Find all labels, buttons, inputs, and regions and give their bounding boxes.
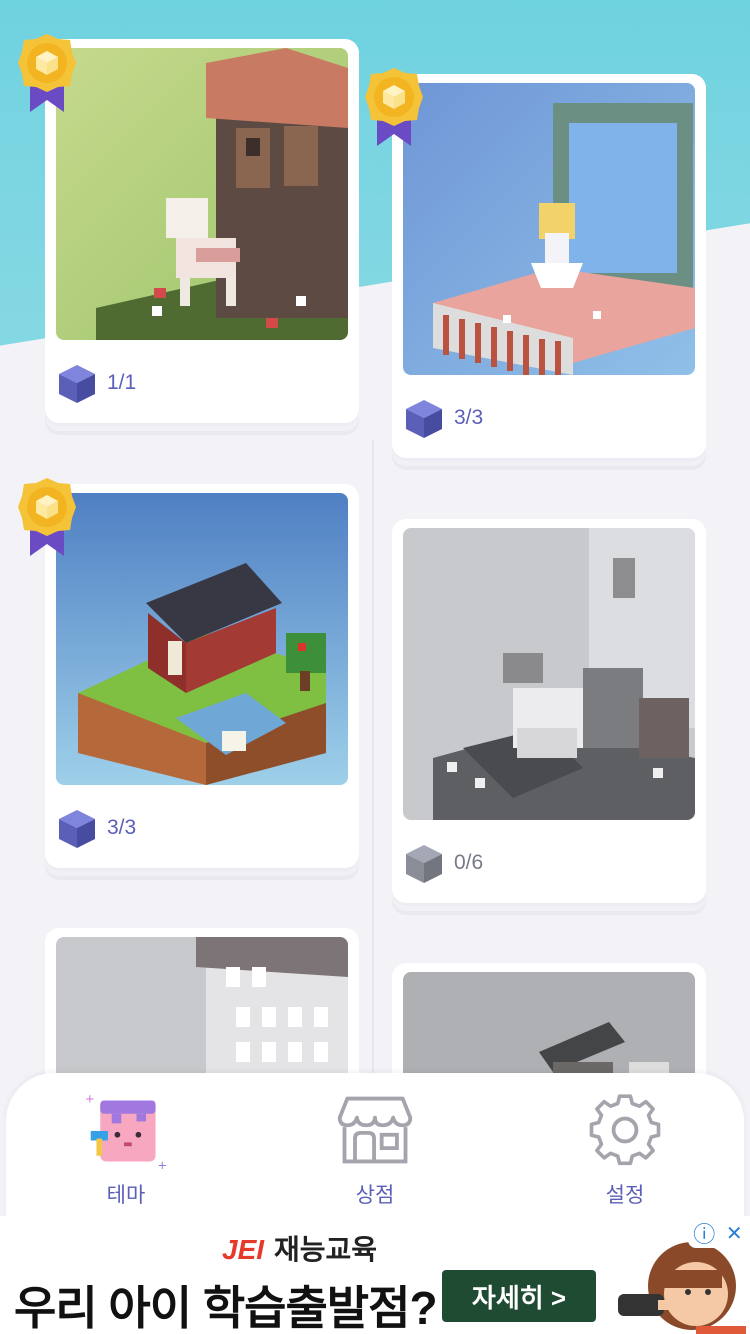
theme-thumbnail-llama [56,48,348,340]
ad-cta-button[interactable]: 자세히 > [442,1270,596,1322]
ad-headline: 우리 아이 학습출발점? [14,1282,438,1334]
theme-progress-text: 1/1 [107,371,137,394]
nav-tab-shop-label: 상점 [355,1184,395,1207]
theme-character-icon: + + [85,1091,167,1171]
svg-text:+: + [85,1091,95,1105]
svg-text:+: + [157,1158,167,1171]
cube-icon [406,845,442,883]
ad-info-icon[interactable]: ⓘ [693,1217,715,1249]
theme-card-grey-scene[interactable]: 0/6 [392,519,706,903]
theme-progress-text: 3/3 [454,406,484,429]
theme-progress-llama: 1/1 [57,361,136,405]
gear-icon [589,1094,661,1166]
ad-controls: ⓘ ✕ [688,1218,748,1248]
theme-card-music-box[interactable]: 3/3 [392,74,706,458]
cube-icon [406,400,442,438]
cube-icon [59,365,95,403]
theme-progress-music-box: 3/3 [404,396,483,440]
theme-progress-grey-scene: 0/6 [404,841,483,885]
theme-progress-house: 3/3 [57,806,136,850]
theme-thumbnail-grey-scene [403,528,695,820]
theme-progress-text: 0/6 [454,851,484,874]
nav-tab-settings[interactable]: 설정 [545,1089,705,1209]
nav-tab-settings-label: 설정 [605,1184,645,1207]
theme-progress-text: 3/3 [107,816,137,839]
ad-brand-logo: JEI [222,1234,265,1265]
column-divider [372,440,374,1080]
ad-banner[interactable]: JEI 재능교육 우리 아이 학습출발점? [0,1216,750,1334]
theme-card-llama[interactable]: 1/1 [45,39,359,423]
nav-tab-theme[interactable]: + + 테마 [46,1089,206,1209]
cube-icon [59,810,95,848]
theme-thumbnail-house [56,493,348,785]
medal-badge-icon [18,478,76,556]
bottom-nav: + + 테마 상점 설정 [6,1073,744,1223]
shop-icon [337,1096,413,1164]
nav-tab-shop[interactable]: 상점 [295,1089,455,1209]
medal-badge-icon [365,68,423,146]
theme-thumbnail-music-box [403,83,695,375]
ad-close-icon[interactable]: ✕ [726,1221,743,1246]
theme-card-house[interactable]: 3/3 [45,484,359,868]
ad-brand: JEI 재능교육 [222,1228,377,1268]
ad-brand-name: 재능교육 [274,1234,378,1265]
nav-tab-theme-label: 테마 [106,1184,146,1207]
medal-badge-icon [18,34,76,112]
